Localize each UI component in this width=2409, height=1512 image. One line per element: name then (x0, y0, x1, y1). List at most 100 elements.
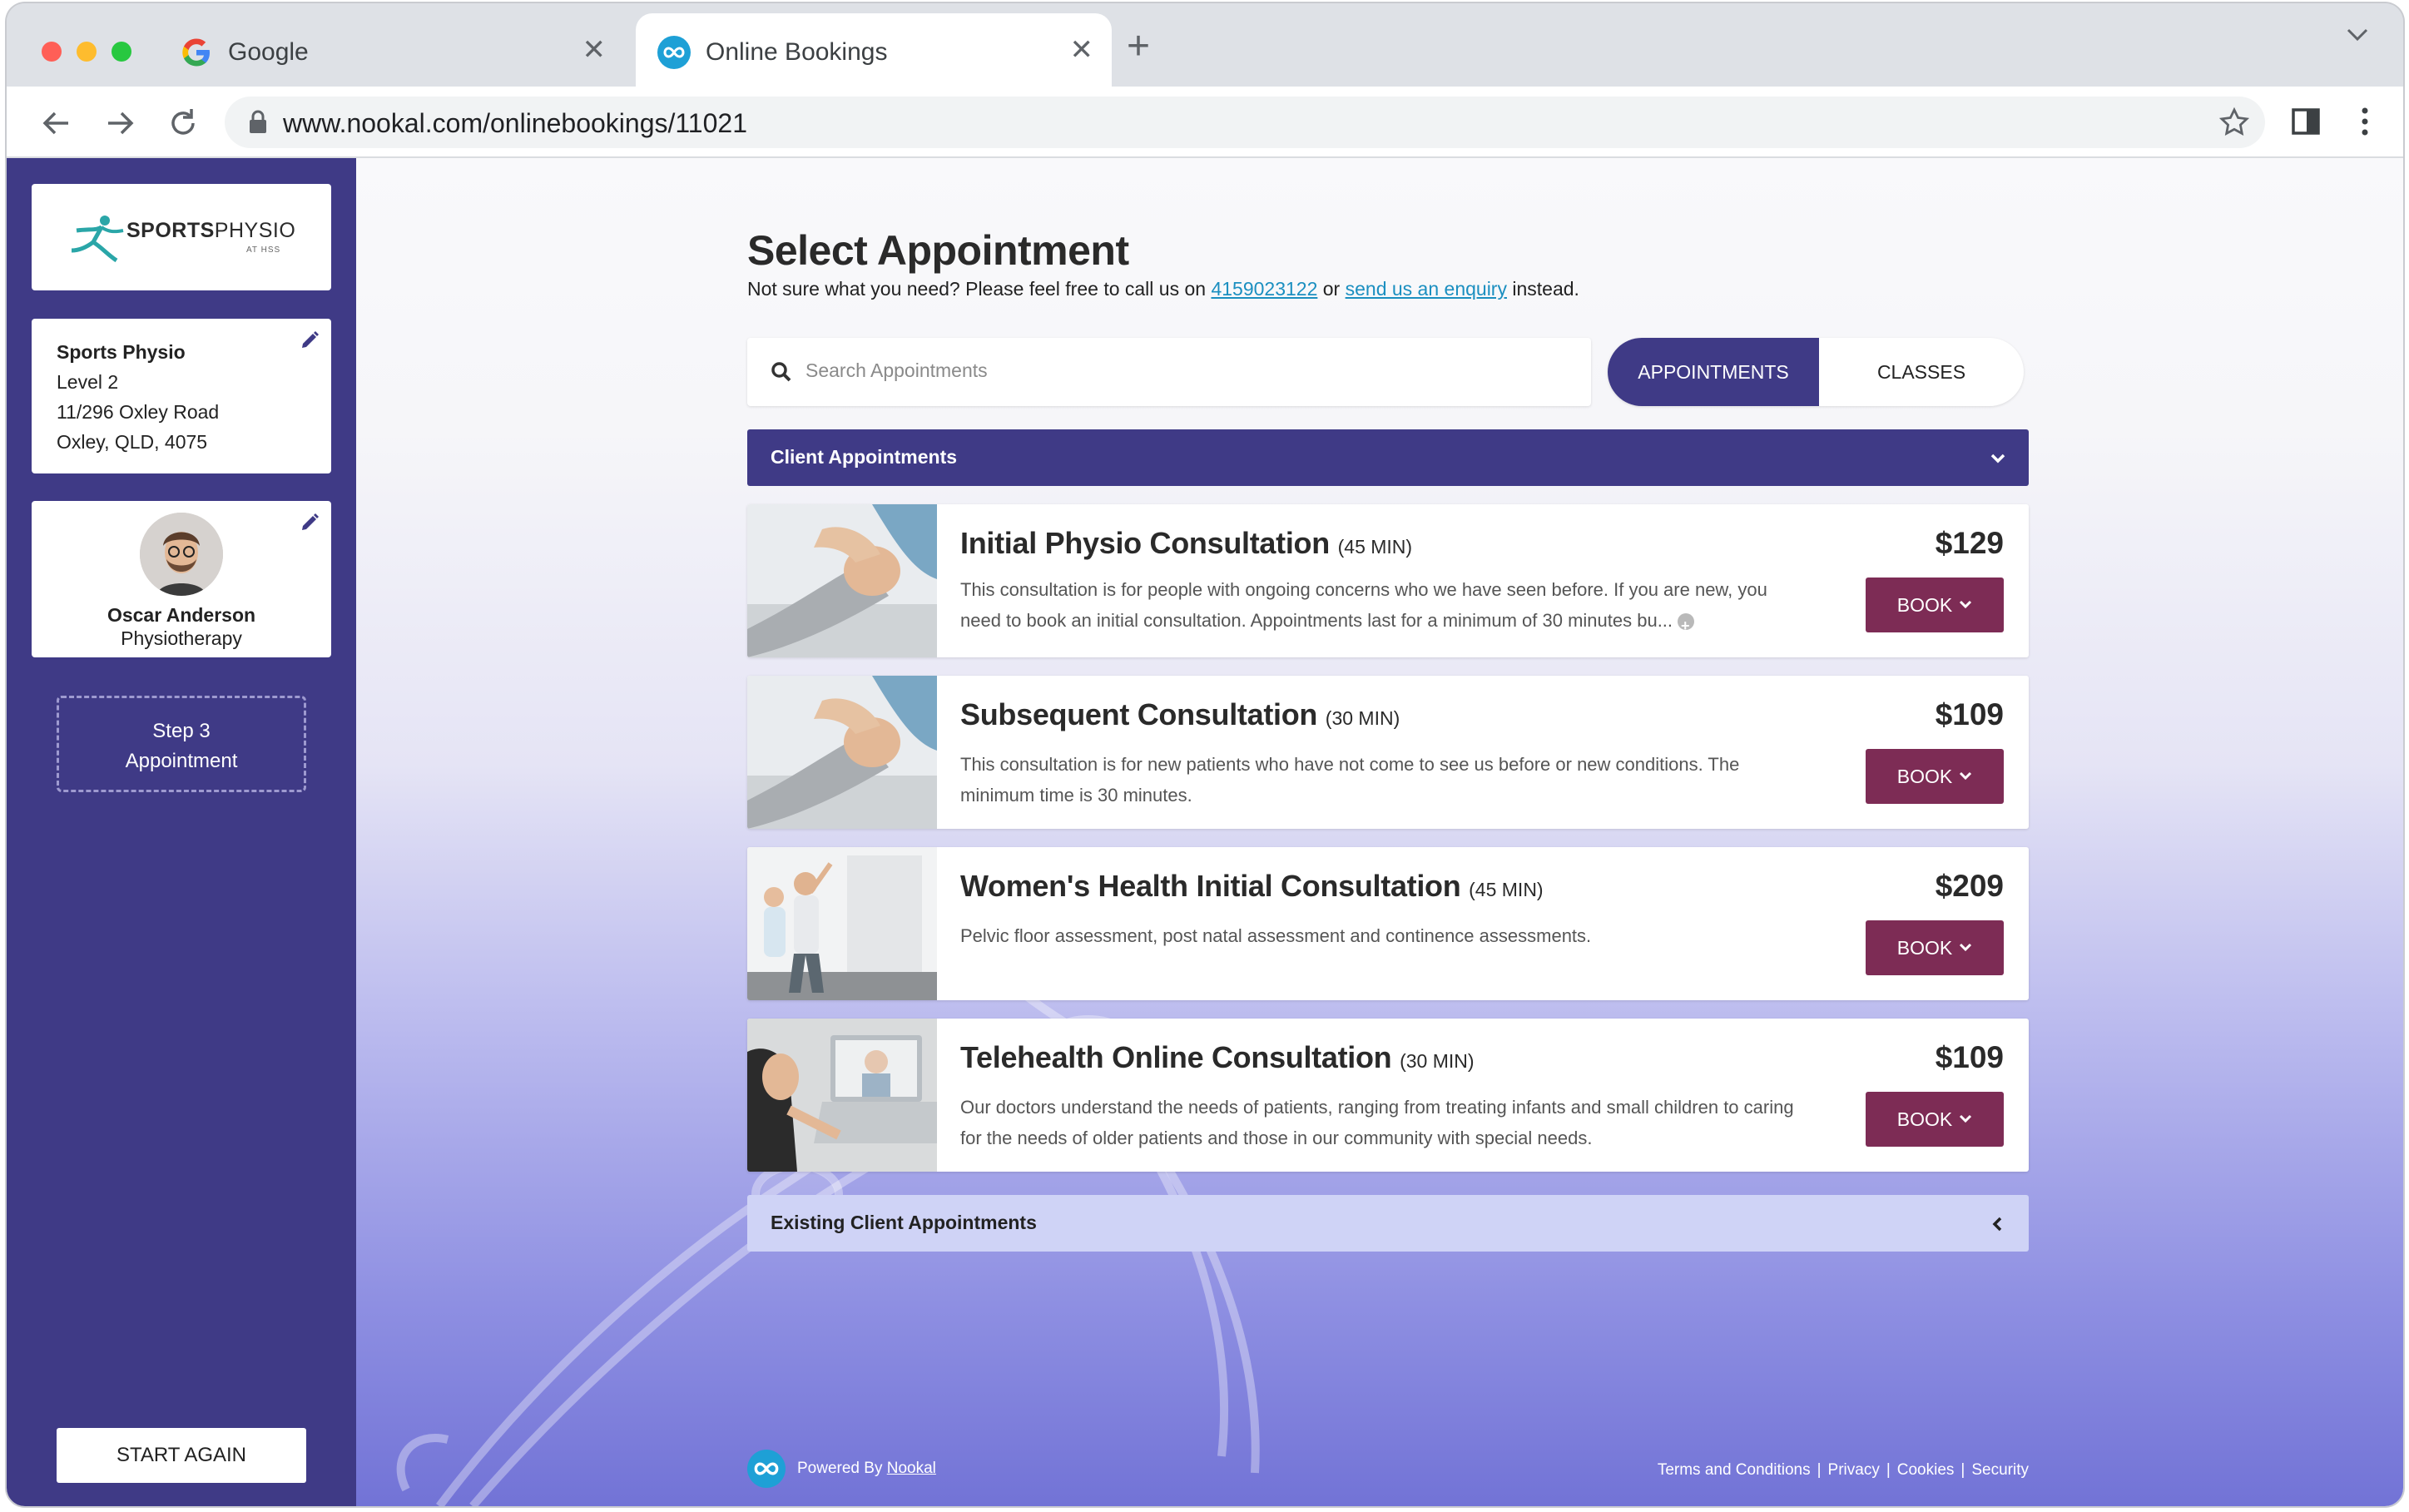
phone-link[interactable]: 4159023122 (1211, 278, 1317, 300)
tab-title: Online Bookings (706, 38, 888, 66)
nookal-icon (657, 36, 691, 69)
appointment-title: Telehealth Online Consultation (30 MIN) (960, 1040, 1475, 1074)
tab-appointments[interactable]: APPOINTMENTS (1608, 338, 1819, 406)
appointment-duration: (30 MIN) (1400, 1050, 1475, 1072)
tab-online-bookings[interactable]: Online Bookings ✕ (636, 13, 1112, 87)
reload-icon[interactable] (165, 105, 201, 141)
minimize-window-button[interactable] (77, 42, 97, 62)
new-tab-button[interactable]: + (1127, 27, 1150, 67)
appointment-description: Our doctors understand the needs of pati… (960, 1097, 1794, 1148)
runner-logo-icon (71, 216, 124, 263)
telehealth-photo (747, 1019, 937, 1172)
step-number: Step 3 (152, 720, 211, 742)
search-placeholder: Search Appointments (805, 359, 988, 381)
expand-plus-icon[interactable] (1678, 611, 1695, 642)
terms-link[interactable]: Terms and Conditions (1658, 1461, 1811, 1479)
section-title: Existing Client Appointments (771, 1212, 1037, 1233)
location-address-line: Level 2 (57, 371, 119, 393)
enquiry-link[interactable]: send us an enquiry (1346, 278, 1507, 300)
avatar (140, 513, 223, 596)
appointment-title: Subsequent Consultation (30 MIN) (960, 697, 1400, 731)
pencil-icon[interactable] (300, 513, 320, 533)
pencil-icon[interactable] (300, 330, 320, 350)
practitioner-role: Physiotherapy (121, 627, 242, 649)
appointment-description: Pelvic floor assessment, post natal asse… (960, 925, 1592, 946)
appointment-card: Women's Health Initial Consultation (45 … (747, 847, 2029, 1000)
page-title: Select Appointment (747, 227, 1129, 274)
client-appointments-header[interactable]: Client Appointments (747, 429, 2029, 486)
footer-links: Terms and Conditions | Privacy | Cookies | Sec… (1657, 1461, 2029, 1479)
main-content: Select Appointment Not sure what you nee… (742, 158, 2029, 1506)
appointment-duration: (45 MIN) (1469, 879, 1544, 900)
security-link[interactable]: Security (1971, 1461, 2029, 1479)
chevron-left-icon (1992, 1217, 2002, 1232)
nookal-link[interactable]: Nookal (887, 1460, 936, 1477)
tab-classes[interactable]: CLASSES (1819, 338, 2024, 406)
appointment-price: $209 (1935, 869, 2004, 903)
chevron-down-icon[interactable] (2345, 25, 2370, 45)
lock-icon (250, 110, 266, 133)
book-button[interactable]: BOOK (1866, 578, 2004, 632)
appointment-price: $109 (1935, 697, 2004, 731)
logo-wordmark: SPORTSPHYSIO (126, 219, 296, 242)
appointment-price: $129 (1935, 526, 2004, 560)
appointment-description: This consultation is for people with ong… (960, 574, 1809, 642)
current-step-indicator: Step 3 Appointment (57, 696, 306, 792)
cookies-link[interactable]: Cookies (1897, 1461, 1955, 1479)
location-name: Sports Physio (57, 341, 186, 363)
knee-physio-photo (747, 504, 937, 657)
appointment-title: Women's Health Initial Consultation (45 … (960, 869, 1544, 903)
appointment-card: Telehealth Online Consultation (30 MIN) … (747, 1019, 2029, 1172)
practitioner-card: Oscar Anderson Physiotherapy (32, 501, 331, 657)
side-panel-icon[interactable] (2288, 103, 2325, 140)
back-arrow-icon[interactable] (38, 105, 75, 141)
appointment-description: This consultation is for new patients wh… (960, 754, 1740, 806)
sidebar: SPORTSPHYSIO AT HSS Sports Physio Level … (7, 158, 356, 1506)
start-again-button[interactable]: START AGAIN (57, 1428, 306, 1483)
appointment-card: Initial Physio Consultation (45 MIN) Thi… (747, 504, 2029, 657)
step-name: Appointment (125, 750, 238, 772)
chevron-down-icon (1960, 943, 1972, 952)
url-text: www.nookal.com/onlinebookings/11021 (283, 108, 747, 138)
section-title: Client Appointments (771, 446, 958, 468)
tab-strip: Google ✕ Online Bookings ✕ + (7, 3, 2403, 87)
appointment-title: Initial Physio Consultation (45 MIN) (960, 526, 1413, 560)
more-menu-icon[interactable] (2347, 103, 2383, 140)
location-address-line: 11/296 Oxley Road (57, 401, 220, 423)
browser-window: Google ✕ Online Bookings ✕ + www.nookal.… (7, 3, 2403, 1506)
tab-title: Google (228, 38, 309, 66)
close-window-button[interactable] (42, 42, 62, 62)
appointment-duration: (30 MIN) (1325, 707, 1400, 729)
appointment-type-toggle: APPOINTMENTS CLASSES (1608, 338, 2024, 406)
browser-toolbar: www.nookal.com/onlinebookings/11021 (7, 87, 2403, 158)
chevron-down-icon (1990, 454, 2005, 464)
powered-by: Powered By Nookal (747, 1450, 936, 1488)
book-button[interactable]: BOOK (1866, 920, 2004, 975)
logo-subtitle: AT HSS (246, 245, 281, 255)
page-content: SPORTSPHYSIO AT HSS Sports Physio Level … (7, 158, 2403, 1506)
privacy-link[interactable]: Privacy (1828, 1461, 1880, 1479)
knee-physio-photo (747, 676, 937, 829)
location-address-line: Oxley, QLD, 4075 (57, 431, 208, 453)
tab-google[interactable]: Google ✕ (158, 13, 624, 87)
search-icon (771, 362, 791, 382)
book-button[interactable]: BOOK (1866, 749, 2004, 804)
close-tab-icon[interactable]: ✕ (1070, 33, 1094, 67)
womens-health-photo (747, 847, 937, 1000)
nookal-icon (747, 1450, 786, 1488)
bookmark-star-icon[interactable] (2218, 107, 2250, 138)
close-tab-icon[interactable]: ✕ (582, 33, 607, 67)
maximize-window-button[interactable] (112, 42, 131, 62)
existing-client-appointments-header[interactable]: Existing Client Appointments (747, 1195, 2029, 1252)
appointment-card: Subsequent Consultation (30 MIN) This co… (747, 676, 2029, 829)
appointment-duration: (45 MIN) (1337, 536, 1413, 558)
search-input[interactable]: Search Appointments (747, 338, 1591, 406)
address-bar[interactable]: www.nookal.com/onlinebookings/11021 (225, 97, 2265, 148)
chevron-down-icon (1960, 600, 1972, 609)
intro-text: Not sure what you need? Please feel free… (747, 278, 1579, 300)
clinic-logo: SPORTSPHYSIO AT HSS (32, 184, 331, 290)
forward-arrow-icon[interactable] (102, 105, 138, 141)
appointment-price: $109 (1935, 1040, 2004, 1074)
book-button[interactable]: BOOK (1866, 1092, 2004, 1147)
chevron-down-icon (1960, 1114, 1972, 1123)
